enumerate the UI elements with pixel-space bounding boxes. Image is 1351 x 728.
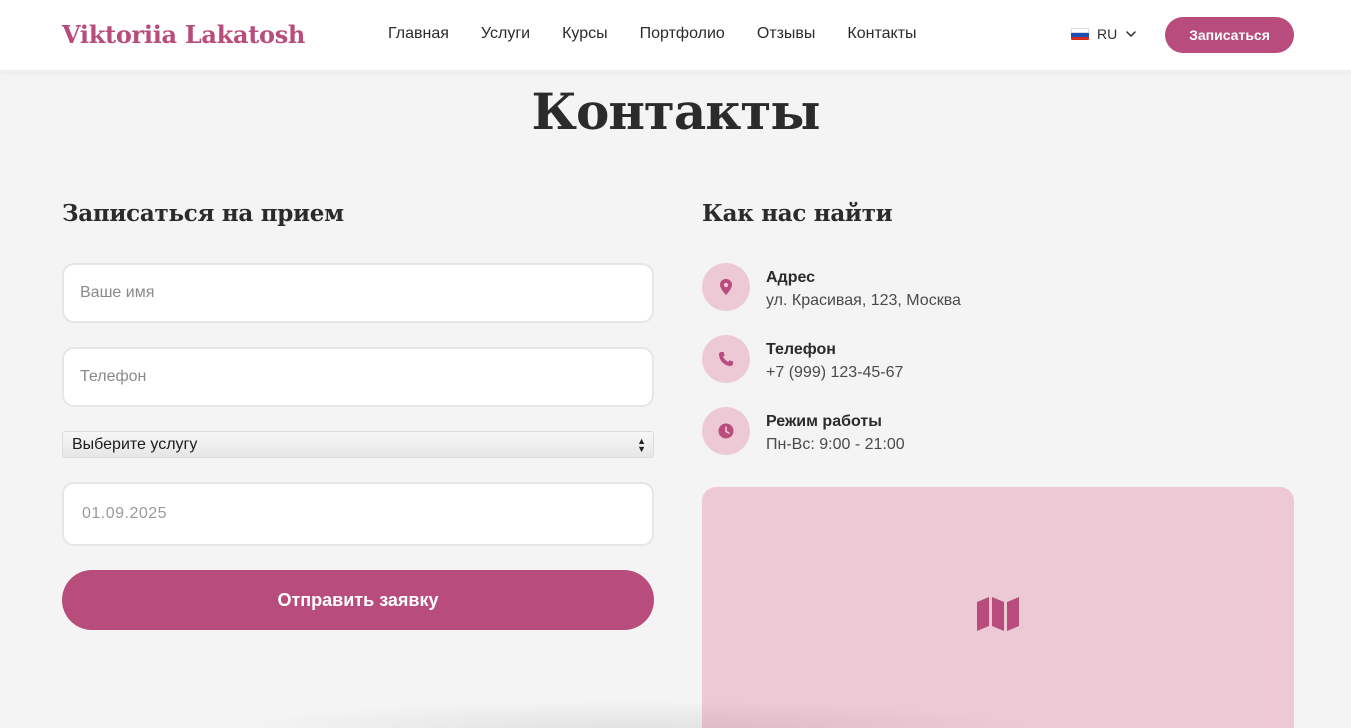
language-switcher[interactable]: RU [1071, 26, 1137, 42]
nav-link-services[interactable]: Услуги [481, 25, 530, 43]
map-placeholder[interactable] [702, 487, 1294, 728]
nav-link-contacts[interactable]: Контакты [847, 25, 916, 43]
select-arrows-icon: ▲ ▼ [637, 436, 646, 454]
page-title: Контакты [531, 82, 820, 141]
contact-hours: Режим работы Пн-Вс: 9:00 - 21:00 [702, 407, 905, 457]
nav-link-courses[interactable]: Курсы [562, 25, 608, 43]
contact-address-label: Адрес [766, 269, 816, 286]
name-input[interactable] [62, 263, 654, 323]
submit-button[interactable]: Отправить заявку [62, 570, 654, 630]
contact-phone-label: Телефон [766, 341, 836, 358]
clock-icon [702, 407, 750, 455]
contact-phone: Телефон +7 (999) 123-45-67 [702, 335, 903, 385]
map-icon [977, 597, 1019, 631]
site-header: Viktoriia Lakatosh Главная Услуги Курсы … [0, 0, 1351, 71]
bottom-shadow [220, 700, 1040, 728]
nav-link-portfolio[interactable]: Портфолио [640, 25, 725, 43]
contact-hours-value: Пн-Вс: 9:00 - 21:00 [766, 436, 905, 453]
chevron-down-icon [1126, 31, 1136, 38]
contact-address-value: ул. Красивая, 123, Москва [766, 292, 961, 309]
contact-hours-label: Режим работы [766, 413, 882, 430]
book-button[interactable]: Записаться [1165, 17, 1294, 53]
map-pin-icon [702, 263, 750, 311]
contact-address: Адрес ул. Красивая, 123, Москва [702, 263, 961, 313]
nav-link-home[interactable]: Главная [388, 25, 449, 43]
nav-link-reviews[interactable]: Отзывы [757, 25, 816, 43]
main-nav: Главная Услуги Курсы Портфолио Отзывы Ко… [388, 25, 917, 43]
phone-icon [702, 335, 750, 383]
date-value: 01.09.2025 [82, 505, 168, 522]
site-logo[interactable]: Viktoriia Lakatosh [62, 20, 305, 49]
form-title: Записаться на прием [62, 200, 344, 227]
contact-phone-value[interactable]: +7 (999) 123-45-67 [766, 361, 903, 385]
phone-input[interactable] [62, 347, 654, 407]
service-select[interactable]: Выберите услугу ▲ ▼ [62, 431, 654, 458]
service-select-value: Выберите услугу [72, 435, 198, 453]
contacts-title: Как нас найти [702, 200, 893, 227]
language-label: RU [1097, 26, 1118, 42]
russia-flag-icon [1071, 28, 1089, 40]
